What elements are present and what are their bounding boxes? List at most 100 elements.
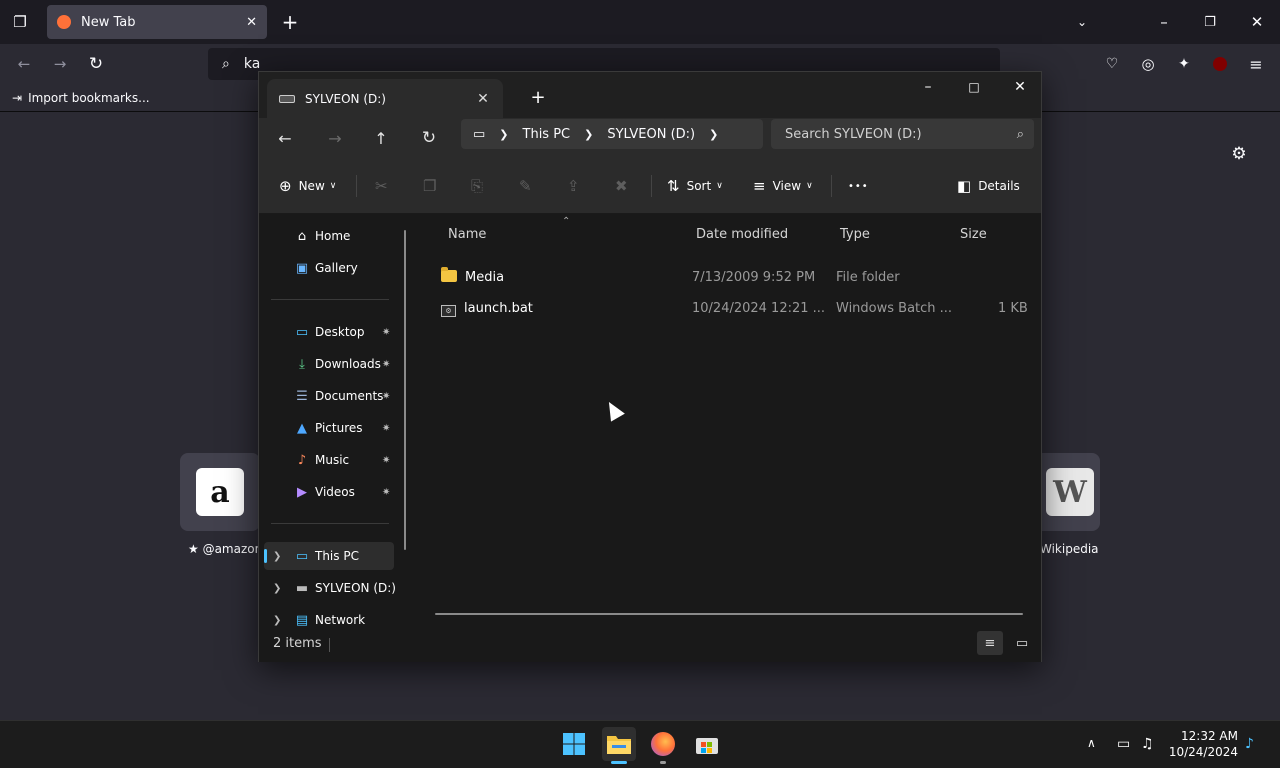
reload-icon[interactable]: ↻ [82, 50, 110, 78]
sidebar-item-documents[interactable]: ☰ Documents ✷ [259, 382, 419, 410]
ublock-icon[interactable] [1206, 50, 1234, 78]
close-browser-button[interactable]: ✕ [1243, 8, 1271, 36]
breadcrumb[interactable]: ▭ ❯ This PC ❯ SYLVEON (D:) ❯ [461, 119, 763, 149]
sidebar-item-label: Videos [315, 485, 355, 499]
sidebar-item-downloads[interactable]: ⤓ Downloads ✷ [259, 350, 419, 378]
pin-icon[interactable]: ✷ [382, 455, 390, 466]
new-button[interactable]: ⊕ New ∨ [279, 172, 336, 200]
picture-icon: ▲ [297, 420, 307, 436]
gear-icon[interactable]: ⚙ [1225, 140, 1253, 168]
copy-button[interactable]: ❐ [423, 172, 443, 200]
new-tab-button[interactable]: + [276, 8, 304, 36]
column-header-size[interactable]: Size [960, 227, 987, 242]
forward-button[interactable]: → [319, 122, 351, 154]
browser-tab-new-tab[interactable]: New Tab ✕ [47, 5, 267, 39]
tab-overview-icon[interactable]: ❐ [6, 8, 34, 36]
breadcrumb-separator[interactable]: ❯ [584, 128, 593, 141]
details-view-button[interactable]: ≡ [977, 631, 1003, 655]
close-tab-icon[interactable]: ✕ [246, 15, 257, 30]
sidebar-item-music[interactable]: ♪ Music ✷ [259, 446, 419, 474]
status-bar: 2 items ≡ ▭ [259, 626, 1041, 662]
clipboard-icon: ⎘ [471, 177, 484, 195]
network-icon: ▤ [295, 612, 309, 627]
forward-icon[interactable]: → [46, 50, 74, 78]
taskbar-microsoft-store[interactable] [690, 727, 724, 761]
view-button[interactable]: ≡ View ∨ [753, 172, 813, 200]
shortcut-tile-amazon[interactable]: a [180, 453, 260, 531]
paste-button[interactable]: ⎘ [471, 172, 490, 200]
notification-bell-icon[interactable]: ♪ [1245, 736, 1254, 752]
breadcrumb-separator[interactable]: ❯ [709, 128, 718, 141]
sidebar-item-pictures[interactable]: ▲ Pictures ✷ [259, 414, 419, 442]
toolbar-divider [651, 175, 652, 197]
delete-button[interactable]: ✖ [615, 172, 635, 200]
extensions-icon[interactable]: ✦ [1170, 50, 1198, 78]
sidebar-item-videos[interactable]: ▶ Videos ✷ [259, 478, 419, 506]
taskbar-file-explorer[interactable] [602, 727, 636, 761]
cut-button[interactable]: ✂ [375, 172, 395, 200]
url-input-value[interactable]: ka [244, 56, 260, 72]
list-tabs-icon[interactable]: ⌄ [1068, 8, 1096, 36]
column-header-name[interactable]: Name [448, 227, 486, 242]
sidebar-scrollbar[interactable] [404, 230, 406, 550]
horizontal-scrollbar[interactable] [435, 613, 1023, 615]
start-button[interactable] [557, 727, 591, 761]
column-header-date[interactable]: Date modified [696, 227, 788, 242]
breadcrumb-this-pc[interactable]: This PC [523, 127, 571, 142]
up-button[interactable]: ↑ [365, 122, 397, 154]
details-label: Details [978, 179, 1020, 193]
back-icon[interactable]: ← [10, 50, 38, 78]
sidebar-item-label: This PC [315, 549, 359, 563]
sidebar-item-gallery[interactable]: ▣ Gallery [259, 254, 419, 282]
explorer-tab[interactable]: SYLVEON (D:) ✕ [267, 79, 503, 118]
windows-logo-icon [563, 733, 585, 755]
show-hidden-icons-button[interactable]: ∧ [1087, 736, 1096, 750]
sidebar-item-network[interactable]: ❯ ▤ Network [259, 606, 419, 627]
breadcrumb-drive[interactable]: SYLVEON (D:) [607, 127, 695, 142]
home-icon: ⌂ [297, 228, 307, 244]
chevron-right-icon[interactable]: ❯ [273, 583, 281, 594]
pin-icon[interactable]: ✷ [382, 487, 390, 498]
taskbar-clock[interactable]: 12:32 AM 10/24/2024 [1168, 728, 1238, 760]
taskbar-firefox[interactable] [646, 727, 680, 761]
pin-icon[interactable]: ✷ [382, 359, 390, 370]
chevron-right-icon[interactable]: ❯ [273, 551, 281, 562]
pin-icon[interactable]: ✷ [382, 423, 390, 434]
music-icon: ♪ [297, 452, 307, 468]
volume-icon[interactable]: ♫ [1141, 736, 1154, 752]
menu-icon[interactable]: ≡ [1242, 50, 1270, 78]
network-status-icon[interactable]: ▭ [1117, 736, 1130, 752]
pin-icon[interactable]: ✷ [382, 327, 390, 338]
minimize-browser-button[interactable]: – [1150, 8, 1178, 36]
maximize-button[interactable]: □ [951, 72, 997, 102]
file-row-media[interactable]: Media 7/13/2009 9:52 PM File folder [435, 264, 1029, 292]
refresh-button[interactable]: ↻ [413, 122, 445, 154]
chevron-right-icon[interactable]: ❯ [273, 615, 281, 626]
sidebar-item-this-pc[interactable]: ❯ ▭ This PC [264, 542, 394, 570]
column-header-type[interactable]: Type [840, 227, 870, 242]
account-icon[interactable]: ◎ [1134, 50, 1162, 78]
sidebar-item-desktop[interactable]: ▭ Desktop ✷ [259, 318, 419, 346]
file-type: File folder [836, 270, 900, 285]
details-pane-button[interactable]: ◧ Details [957, 172, 1020, 200]
sidebar-item-home[interactable]: ⌂ Home [259, 222, 419, 250]
share-button[interactable]: ⇪ [567, 172, 587, 200]
search-input[interactable]: Search SYLVEON (D:) ⌕ [771, 119, 1034, 149]
minimize-button[interactable]: – [905, 72, 951, 102]
import-bookmarks-link[interactable]: Import bookmarks... [28, 91, 150, 105]
back-button[interactable]: ← [269, 122, 301, 154]
pin-icon[interactable]: ✷ [382, 391, 390, 402]
new-tab-button[interactable]: + [515, 82, 561, 112]
breadcrumb-separator[interactable]: ❯ [499, 128, 508, 141]
more-options-button[interactable]: ••• [848, 172, 869, 200]
sidebar-item-drive[interactable]: ❯ ▬ SYLVEON (D:) [259, 574, 419, 602]
sort-button[interactable]: ⇅ Sort ∨ [667, 172, 723, 200]
file-row-launch-bat[interactable]: ⚙ launch.bat 10/24/2024 12:21 ... Windows… [435, 295, 1029, 323]
rename-button[interactable]: ✎ [519, 172, 539, 200]
restore-browser-button[interactable]: ❐ [1196, 8, 1224, 36]
close-button[interactable]: ✕ [997, 72, 1043, 102]
close-tab-icon[interactable]: ✕ [471, 91, 495, 107]
pocket-icon[interactable]: ♡ [1098, 50, 1126, 78]
tiles-view-button[interactable]: ▭ [1009, 631, 1035, 655]
firefox-icon [651, 732, 675, 756]
